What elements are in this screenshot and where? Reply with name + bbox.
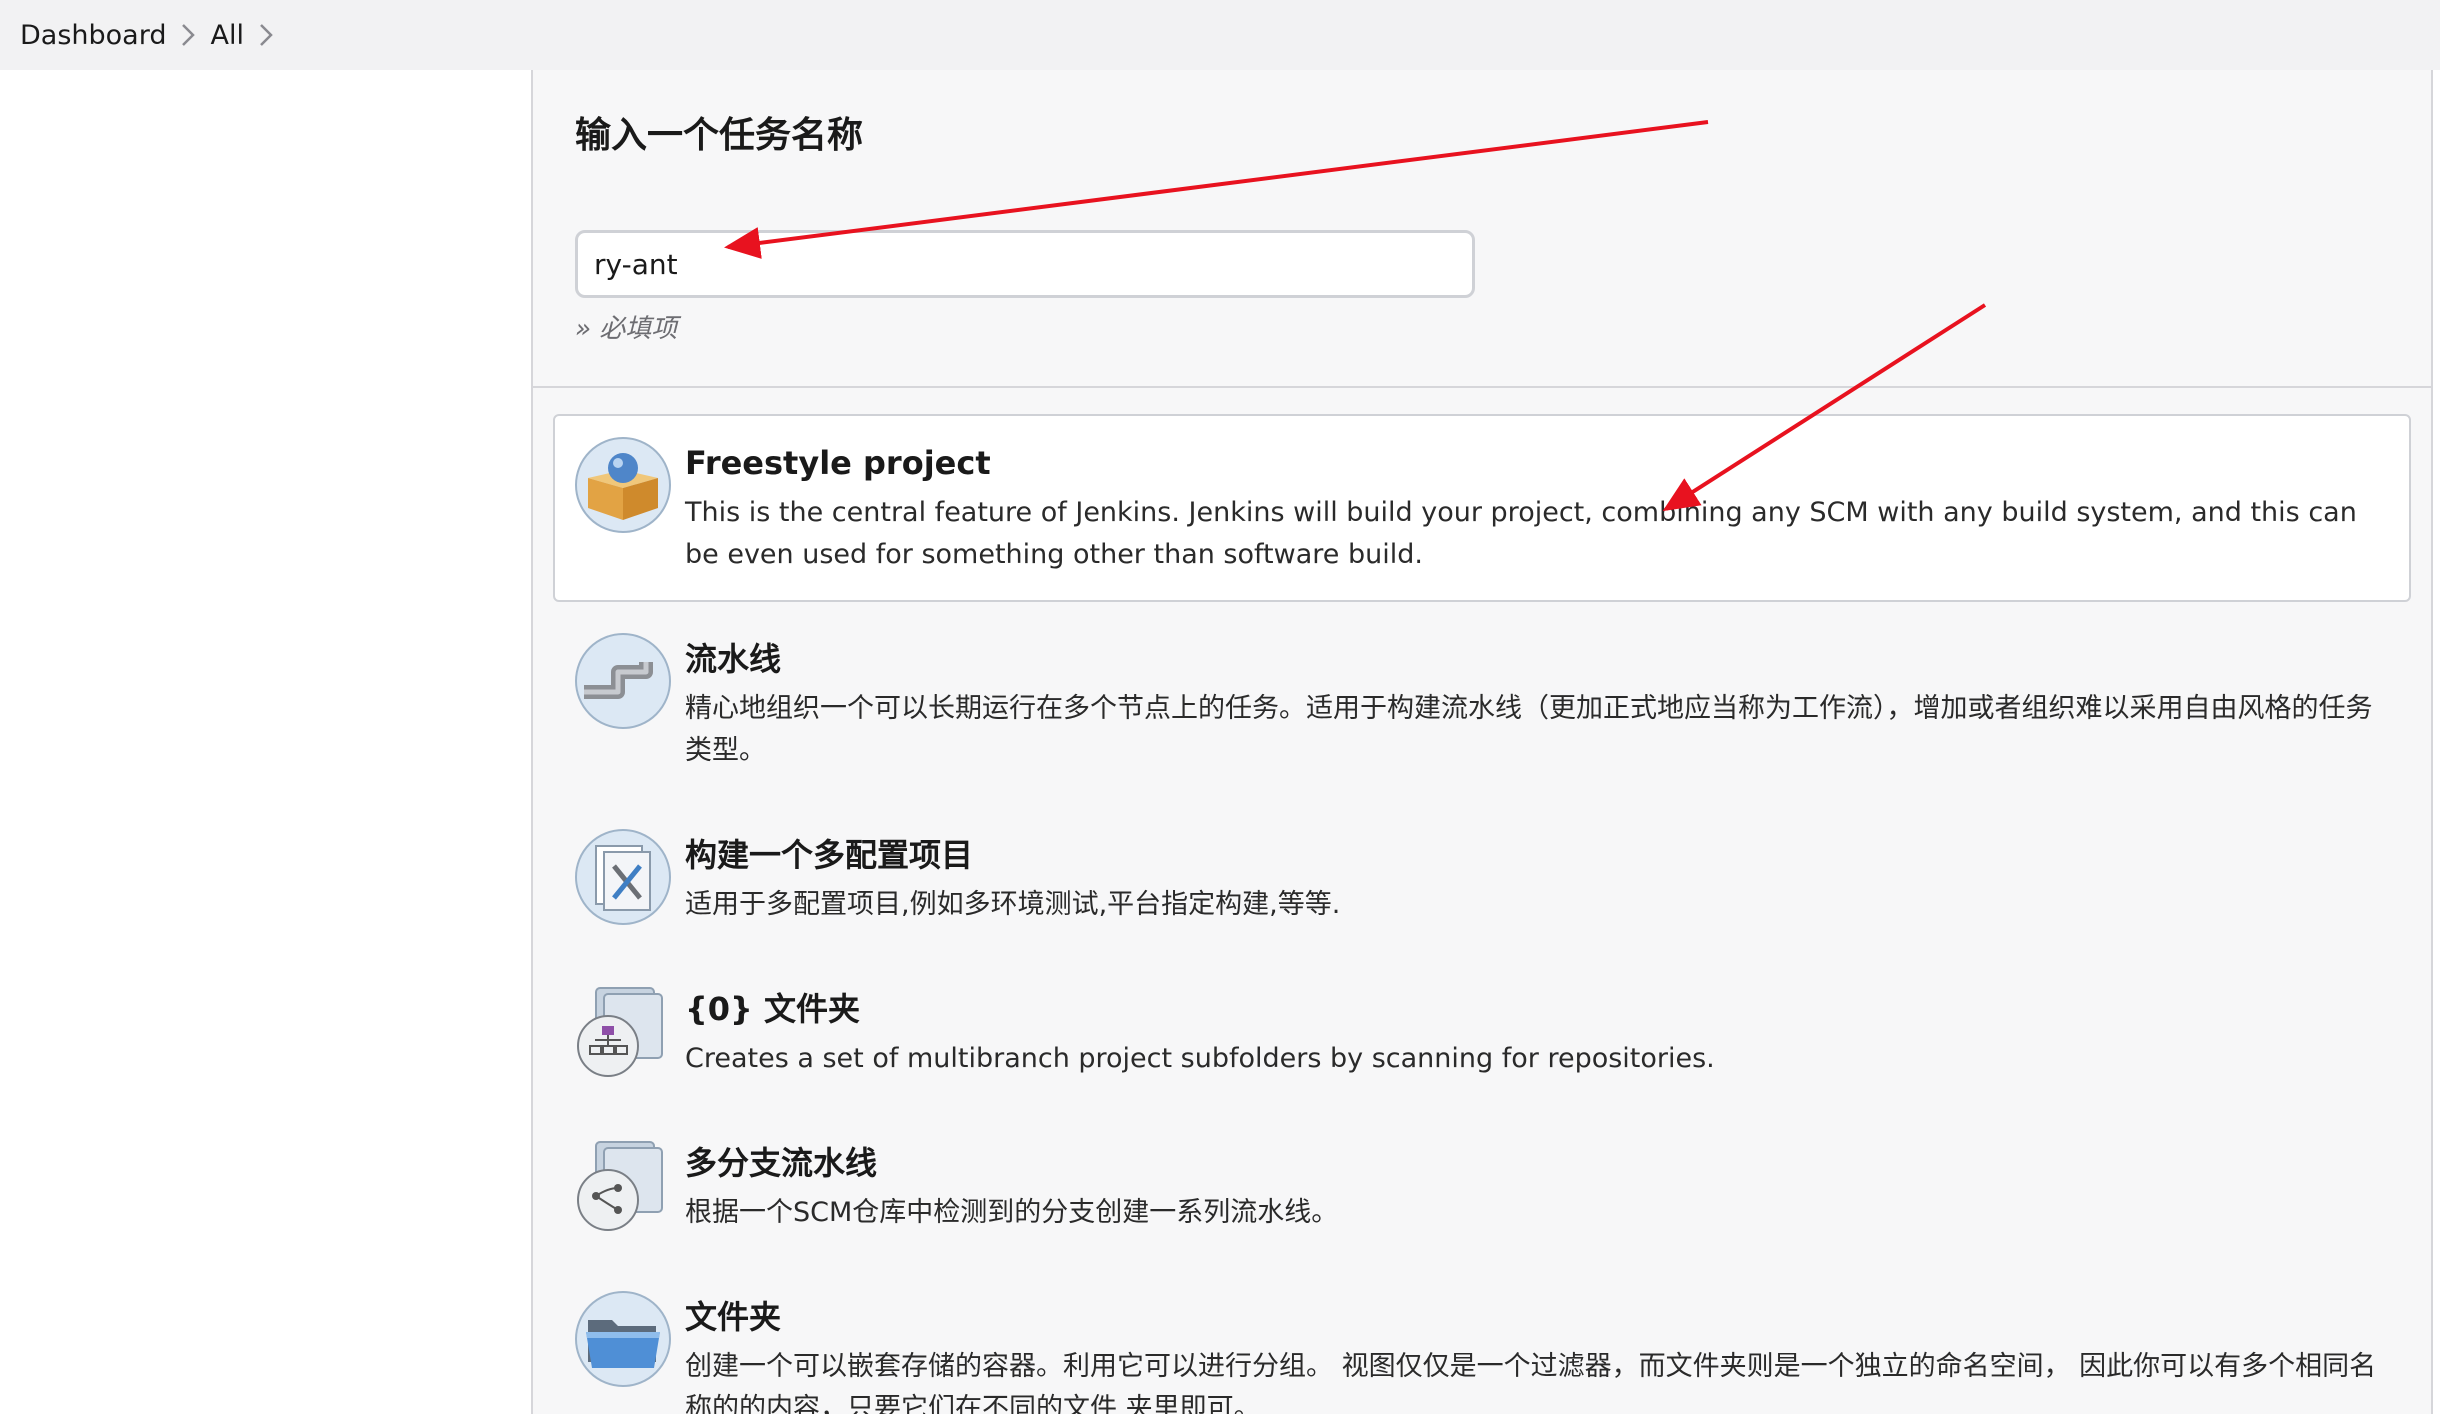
item-type-pipeline[interactable]: 流水线 精心地组织一个可以长期运行在多个节点上的任务。适用于构建流水线（更加正式…	[553, 610, 2411, 798]
item-type-title: 多分支流水线	[685, 1144, 878, 1182]
item-type-title: 文件夹	[685, 1298, 782, 1336]
item-type-description: 精心地组织一个可以长期运行在多个节点上的任务。适用于构建流水线（更加正式地应当称…	[685, 693, 2373, 766]
folder-icon	[574, 1290, 672, 1388]
breadcrumb-dashboard-link[interactable]: Dashboard	[20, 20, 166, 51]
item-type-organization-folder[interactable]: {0} 文件夹 Creates a set of multibranch pro…	[553, 960, 2411, 1106]
item-type-title: {0} 文件夹	[685, 990, 860, 1028]
item-type-description: This is the central feature of Jenkins. …	[685, 497, 2357, 570]
item-type-title: 构建一个多配置项目	[685, 836, 974, 874]
item-type-folder[interactable]: 文件夹 创建一个可以嵌套存储的容器。利用它可以进行分组。 视图仅仅是一个过滤器，…	[553, 1268, 2411, 1414]
item-type-description: 创建一个可以嵌套存储的容器。利用它可以进行分组。 视图仅仅是一个过滤器，而文件夹…	[685, 1351, 2377, 1414]
multi-config-tools-icon	[574, 828, 672, 926]
pipeline-pipe-icon	[574, 632, 672, 730]
item-type-multibranch-pipeline[interactable]: 多分支流水线 根据一个SCM仓库中检测到的分支创建一系列流水线。	[553, 1114, 2411, 1260]
multibranch-pipeline-icon	[574, 1136, 672, 1234]
breadcrumb-all-link[interactable]: All	[210, 20, 243, 51]
item-type-title: 流水线	[685, 640, 782, 678]
new-item-panel: 输入一个任务名称 » 必填项 Freestyle project This is…	[531, 70, 2433, 1414]
item-type-description: Creates a set of multibranch project sub…	[685, 1043, 1715, 1074]
organization-folder-icon	[574, 982, 672, 1080]
item-type-freestyle[interactable]: Freestyle project This is the central fe…	[553, 414, 2411, 602]
item-type-list: Freestyle project This is the central fe…	[553, 414, 2411, 1414]
page-title: 输入一个任务名称	[575, 115, 864, 156]
breadcrumb: Dashboard All	[0, 0, 2440, 70]
divider	[533, 386, 2431, 388]
chevron-right-icon[interactable]	[166, 0, 210, 70]
item-type-description: 适用于多配置项目,例如多环境测试,平台指定构建,等等.	[685, 889, 1341, 920]
item-type-description: 根据一个SCM仓库中检测到的分支创建一系列流水线。	[685, 1197, 1339, 1228]
required-hint: » 必填项	[575, 314, 678, 344]
chevron-right-icon[interactable]	[244, 0, 288, 70]
freestyle-box-icon	[574, 436, 672, 534]
item-type-multi-config[interactable]: 构建一个多配置项目 适用于多配置项目,例如多环境测试,平台指定构建,等等.	[553, 806, 2411, 952]
item-type-title: Freestyle project	[685, 444, 991, 482]
item-name-input[interactable]	[575, 230, 1475, 298]
